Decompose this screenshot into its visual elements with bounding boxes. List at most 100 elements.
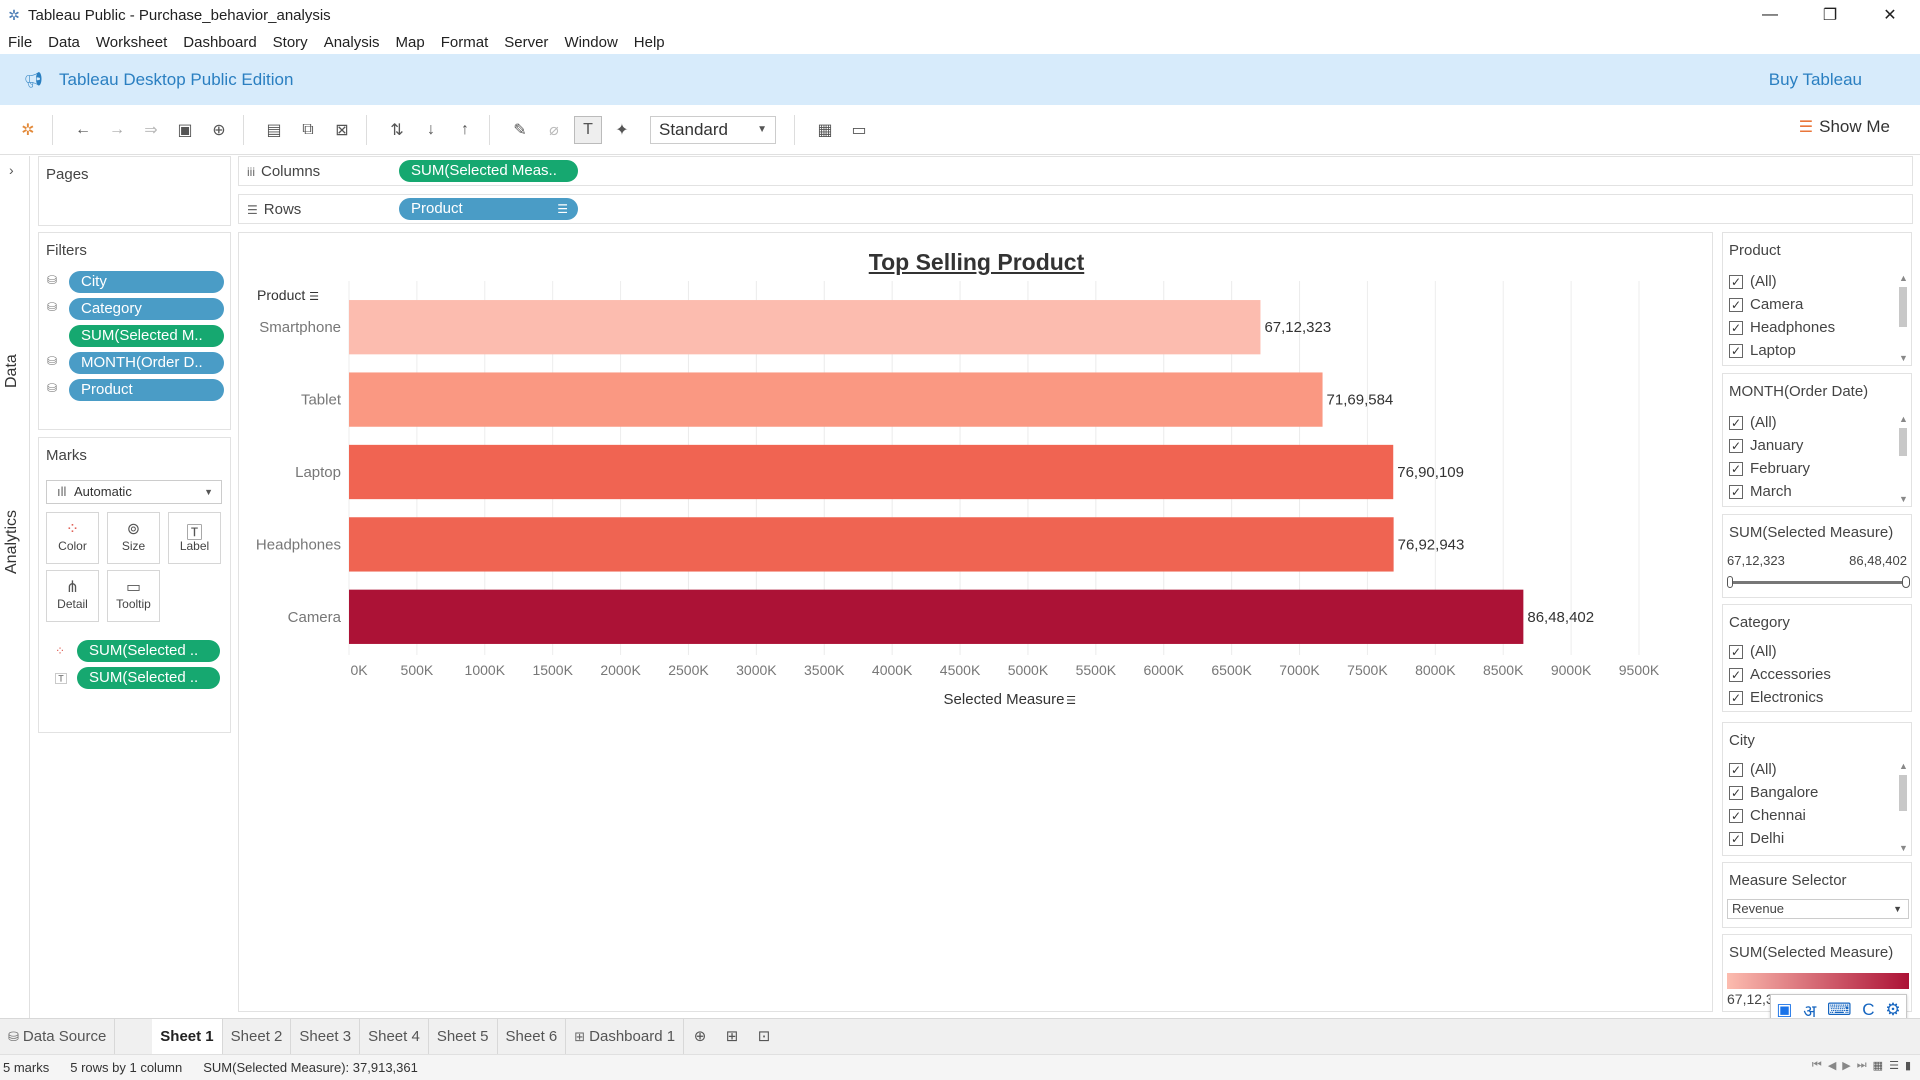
swap-icon[interactable]: ⇅ [383,116,411,144]
pages-card[interactable]: Pages [38,156,231,226]
film-view-icon[interactable]: ▮ [1905,1059,1911,1072]
month-item-february[interactable]: ✓ February [1729,460,1810,477]
new-dashboard-icon[interactable]: ⊞ [716,1019,748,1055]
fix-axes-icon[interactable]: ✦ [608,116,636,144]
last-page-icon[interactable]: ⏭ [1857,1059,1867,1072]
month-item-all[interactable]: ✓ (All) [1729,414,1777,431]
tab-sheet-2[interactable]: Sheet 2 [223,1018,292,1055]
category-item-all[interactable]: ✓ (All) [1729,643,1777,660]
city-item-all[interactable]: ✓ (All) [1729,761,1777,778]
prev-page-icon[interactable]: ◀ [1828,1059,1836,1072]
product-scrollbar[interactable]: ▲ ▼ [1897,273,1909,363]
sort-ascending-icon[interactable]: ↓ [417,116,445,144]
new-datasource-icon[interactable]: ⊕ [205,116,233,144]
tableau-logo-icon[interactable]: ✲ [14,116,42,144]
city-item-chennai[interactable]: ✓ Chennai [1729,807,1806,824]
first-page-icon[interactable]: ⏮ [1812,1059,1822,1072]
menu-help[interactable]: Help [634,34,665,51]
sort-descending-icon[interactable]: ↑ [451,116,479,144]
mark-type-select[interactable]: ıll Automatic ▼ [46,480,222,504]
marks-label-pill[interactable]: SUM(Selected .. [77,667,220,689]
category-item-electronics[interactable]: ✓ Electronics [1729,689,1823,706]
bar[interactable] [349,372,1323,427]
filter-pill-city[interactable]: City [69,271,224,293]
columns-pill[interactable]: SUM(Selected Meas.. [399,160,578,182]
grid-view-icon[interactable]: ▦ [1873,1059,1883,1072]
highlight-icon[interactable]: ✎ [506,116,534,144]
buy-tableau-link[interactable]: Buy Tableau [1769,70,1862,90]
menu-window[interactable]: Window [564,34,617,51]
menu-worksheet[interactable]: Worksheet [96,34,167,51]
tab-sheet-1[interactable]: Sheet 1 [152,1018,223,1055]
new-worksheet-icon[interactable]: ▤ [260,116,288,144]
tab-dashboard-1[interactable]: ⊞ Dashboard 1 [566,1018,685,1055]
menu-file[interactable]: File [8,34,32,51]
marks-label-button[interactable]: 🅃︎ Label [168,512,221,564]
refresh-icon[interactable]: C [1862,1000,1874,1020]
next-page-icon[interactable]: ▶ [1842,1059,1850,1072]
range-slider-min-handle[interactable] [1727,576,1733,588]
range-slider-max-handle[interactable] [1902,576,1910,588]
columns-shelf[interactable]: iii Columns SUM(Selected Meas.. [238,156,1913,186]
show-labels-icon[interactable]: T [574,115,602,144]
city-item-delhi[interactable]: ✓ Delhi [1729,830,1784,847]
settings-gear-icon[interactable]: ⚙ [1885,1000,1900,1020]
range-slider-track[interactable] [1731,581,1905,584]
menu-analysis[interactable]: Analysis [324,34,380,51]
tab-sheet-4[interactable]: Sheet 4 [360,1018,429,1055]
fit-select[interactable]: Standard ▼ [650,115,776,144]
city-scrollbar[interactable]: ▲ ▼ [1897,761,1909,853]
keyboard-icon[interactable]: ⌨ [1827,1000,1852,1020]
marks-color-button[interactable]: ⁘ Color [46,512,99,564]
filter-pill-product[interactable]: Product [69,379,224,401]
close-button[interactable]: ✕ [1860,0,1920,30]
tab-data[interactable]: Data [3,354,21,388]
clear-sheet-icon[interactable]: ⊠ [328,116,356,144]
bar[interactable] [349,444,1394,500]
bar[interactable] [349,589,1524,644]
google-input-icon[interactable]: ▣ [1776,1000,1792,1020]
product-item-headphones[interactable]: ✓ Headphones [1729,319,1835,336]
show-me-button[interactable]: ☰ Show Me [1799,117,1890,137]
show-cards-icon[interactable]: ▦ [811,116,839,144]
product-item-all[interactable]: ✓ (All) [1729,273,1777,290]
marks-detail-button[interactable]: ⋔ Detail [46,570,99,622]
bar[interactable] [349,300,1261,355]
city-item-bangalore[interactable]: ✓ Bangalore [1729,784,1818,801]
menu-map[interactable]: Map [396,34,425,51]
maximize-button[interactable]: ❐ [1800,0,1860,30]
product-item-camera[interactable]: ✓ Camera [1729,296,1803,313]
menu-data[interactable]: Data [48,34,80,51]
rows-shelf[interactable]: ☰ Rows Product ☰ [238,194,1913,224]
group-icon[interactable]: ⌀ [540,116,568,144]
measure-selector-dropdown[interactable]: Revenue ▼ [1727,899,1909,919]
menu-server[interactable]: Server [504,34,548,51]
marks-color-pill[interactable]: SUM(Selected .. [77,640,220,662]
redo-icon[interactable]: → [103,116,131,144]
filter-pill-selected-measure[interactable]: SUM(Selected M.. [69,325,224,347]
duplicate-sheet-icon[interactable]: ⧉ [294,116,322,144]
filter-pill-month[interactable]: MONTH(Order D.. [69,352,224,374]
tab-analytics[interactable]: Analytics [3,510,21,574]
category-item-accessories[interactable]: ✓ Accessories [1729,666,1831,683]
marks-tooltip-button[interactable]: ▭ Tooltip [107,570,160,622]
tab-data-source[interactable]: ⛁ Data Source [0,1018,116,1055]
tab-sheet-3[interactable]: Sheet 3 [291,1018,361,1055]
tab-sheet-6[interactable]: Sheet 6 [498,1018,567,1055]
bar[interactable] [349,517,1394,572]
menu-format[interactable]: Format [441,34,489,51]
presentation-mode-icon[interactable]: ▭ [845,116,873,144]
product-item-laptop[interactable]: ✓ Laptop [1729,342,1796,359]
menu-story[interactable]: Story [273,34,308,51]
filter-pill-category[interactable]: Category [69,298,224,320]
menu-dashboard[interactable]: Dashboard [183,34,256,51]
new-worksheet-icon[interactable]: ⊕ [684,1019,716,1055]
tab-sheet-5[interactable]: Sheet 5 [429,1018,498,1055]
replay-icon[interactable]: ⇒ [137,116,165,144]
rows-pill[interactable]: Product ☰ [399,198,578,220]
undo-icon[interactable]: ← [69,116,97,144]
minimize-button[interactable]: — [1740,0,1800,30]
month-scrollbar[interactable]: ▲ ▼ [1897,414,1909,504]
save-icon[interactable]: ▣ [171,116,199,144]
marks-size-button[interactable]: ⊚ Size [107,512,160,564]
